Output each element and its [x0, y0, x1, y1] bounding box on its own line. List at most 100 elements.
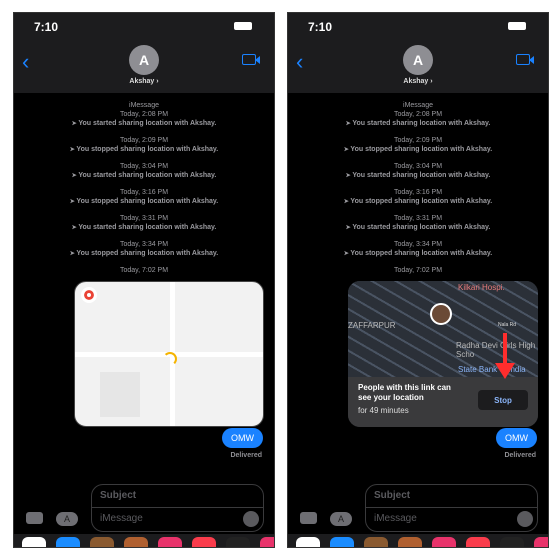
app-drawer-icon[interactable] [260, 537, 274, 547]
app-drawer-icon[interactable] [534, 537, 548, 547]
imessage-field[interactable]: iMessage [374, 513, 417, 524]
avatar[interactable]: A [129, 45, 159, 75]
back-button[interactable]: ‹ [22, 49, 29, 75]
message-composer[interactable]: Subject iMessage [91, 484, 264, 532]
event-time: Today, 3:34 PM [119, 241, 169, 248]
app-drawer-icon[interactable] [124, 537, 148, 547]
red-arrowhead [495, 363, 515, 379]
app-drawer-icon[interactable] [398, 537, 422, 547]
event-text: You started sharing location with Akshay… [78, 120, 217, 127]
duration: for 49 minutes [358, 406, 409, 415]
app-drawer-icon[interactable] [158, 537, 182, 547]
service-label: iMessage [129, 102, 159, 109]
service-label: iMessage [403, 102, 433, 109]
phone-screen-sharing: 7:10 ‹ A Akshay › iMessage Today, 2:08 PM ➤ Yo… [287, 12, 549, 548]
wifi-battery-icon [234, 22, 252, 30]
event-text-row: ➤ You started sharing location with Aksh… [14, 119, 274, 129]
app-store-button[interactable]: A [56, 512, 78, 526]
app-drawer-icon[interactable] [56, 537, 80, 547]
event-text-row: ➤ You started sharing location with Aksh… [288, 119, 548, 129]
video-call-icon[interactable] [516, 54, 534, 65]
event-text: You stopped sharing location with Akshay… [350, 146, 493, 153]
app-drawer-icon[interactable] [226, 537, 250, 547]
delivered-status: Delivered [504, 452, 536, 459]
stop-sharing-button[interactable]: Stop [478, 390, 528, 410]
app-drawer-icon[interactable] [432, 537, 456, 547]
audio-message-icon[interactable] [243, 511, 259, 527]
delivered-status: Delivered [230, 452, 262, 459]
event-time: Today, 2:09 PM [119, 137, 169, 144]
wifi-battery-icon [508, 22, 526, 30]
map-block [100, 372, 140, 417]
user-location-pin [430, 303, 452, 325]
contact-name[interactable]: Akshay › [288, 78, 548, 85]
last-time: Today, 7:02 PM [119, 267, 169, 274]
event-text: You stopped sharing location with Akshay… [76, 198, 219, 205]
status-time: 7:10 [308, 20, 333, 34]
event-text: You started sharing location with Akshay… [352, 120, 491, 127]
camera-button[interactable] [26, 512, 43, 524]
message-composer[interactable]: Subject iMessage [365, 484, 538, 532]
event-text-row: ➤ You stopped sharing location with Aksh… [288, 197, 548, 207]
status-time: 7:10 [34, 20, 59, 34]
event-text: You started sharing location with Akshay… [78, 172, 217, 179]
avatar[interactable]: A [403, 45, 433, 75]
app-drawer-icon[interactable] [500, 537, 524, 547]
event-text: You started sharing location with Akshay… [78, 224, 217, 231]
event-text: You started sharing location with Akshay… [352, 172, 491, 179]
event-text: You stopped sharing location with Akshay… [76, 146, 219, 153]
imessage-field[interactable]: iMessage [100, 513, 143, 524]
location-card[interactable]: Kilkari Hospi. ZAFFARPUR Radha Devi Girls … [348, 281, 538, 427]
event-text-row: ➤ You stopped sharing location with Aksh… [288, 145, 548, 155]
event-time: Today, 2:08 PM [393, 111, 443, 118]
composer-divider [366, 507, 537, 508]
map-label: Nala Rd [498, 322, 517, 328]
map-label: Radha Devi Girls High Scho [456, 341, 536, 359]
app-drawer-icon[interactable] [90, 537, 114, 547]
back-button[interactable]: ‹ [296, 49, 303, 75]
location-card[interactable] [74, 281, 264, 427]
event-text-row: ➤ You started sharing location with Aksh… [14, 223, 274, 233]
event-text: You stopped sharing location with Akshay… [350, 198, 493, 205]
event-time: Today, 3:31 PM [119, 215, 169, 222]
app-drawer-icon[interactable] [192, 537, 216, 547]
loading-spinner-icon [163, 352, 177, 366]
google-maps-icon [81, 287, 97, 303]
event-text-row: ➤ You stopped sharing location with Aksh… [14, 145, 274, 155]
event-time: Today, 3:34 PM [393, 241, 443, 248]
map-label: Kilkari Hospi. [458, 283, 505, 292]
event-time: Today, 3:31 PM [393, 215, 443, 222]
app-store-button[interactable]: A [330, 512, 352, 526]
video-call-icon[interactable] [242, 54, 260, 65]
app-drawer-icon[interactable] [296, 537, 320, 547]
event-time: Today, 3:16 PM [393, 189, 443, 196]
app-drawer-icon[interactable] [466, 537, 490, 547]
phone-screen-loading: 7:10 ‹ A Akshay › iMessage Today, 2:08 PM ➤ Yo… [13, 12, 275, 548]
message-bubble[interactable]: OMW [496, 428, 537, 448]
app-drawer [14, 534, 274, 547]
event-time: Today, 3:04 PM [119, 163, 169, 170]
event-time: Today, 3:16 PM [119, 189, 169, 196]
event-text-row: ➤ You stopped sharing location with Aksh… [14, 197, 274, 207]
event-text-row: ➤ You started sharing location with Aksh… [288, 223, 548, 233]
info-line2: see your location [358, 393, 424, 402]
app-drawer-icon[interactable] [364, 537, 388, 547]
event-text: You stopped sharing location with Akshay… [76, 250, 219, 257]
app-drawer [288, 534, 548, 547]
last-time: Today, 7:02 PM [393, 267, 443, 274]
subject-field[interactable]: Subject [100, 490, 136, 501]
audio-message-icon[interactable] [517, 511, 533, 527]
contact-name[interactable]: Akshay › [14, 78, 274, 85]
app-drawer-icon[interactable] [330, 537, 354, 547]
subject-field[interactable]: Subject [374, 490, 410, 501]
composer-divider [92, 507, 263, 508]
event-text: You stopped sharing location with Akshay… [350, 250, 493, 257]
event-text-row: ➤ You stopped sharing location with Aksh… [14, 249, 274, 259]
event-time: Today, 2:09 PM [393, 137, 443, 144]
message-bubble[interactable]: OMW [222, 428, 263, 448]
event-text-row: ➤ You started sharing location with Aksh… [14, 171, 274, 181]
app-drawer-icon[interactable] [22, 537, 46, 547]
camera-button[interactable] [300, 512, 317, 524]
map-label: ZAFFARPUR [348, 321, 396, 330]
event-time: Today, 3:04 PM [393, 163, 443, 170]
